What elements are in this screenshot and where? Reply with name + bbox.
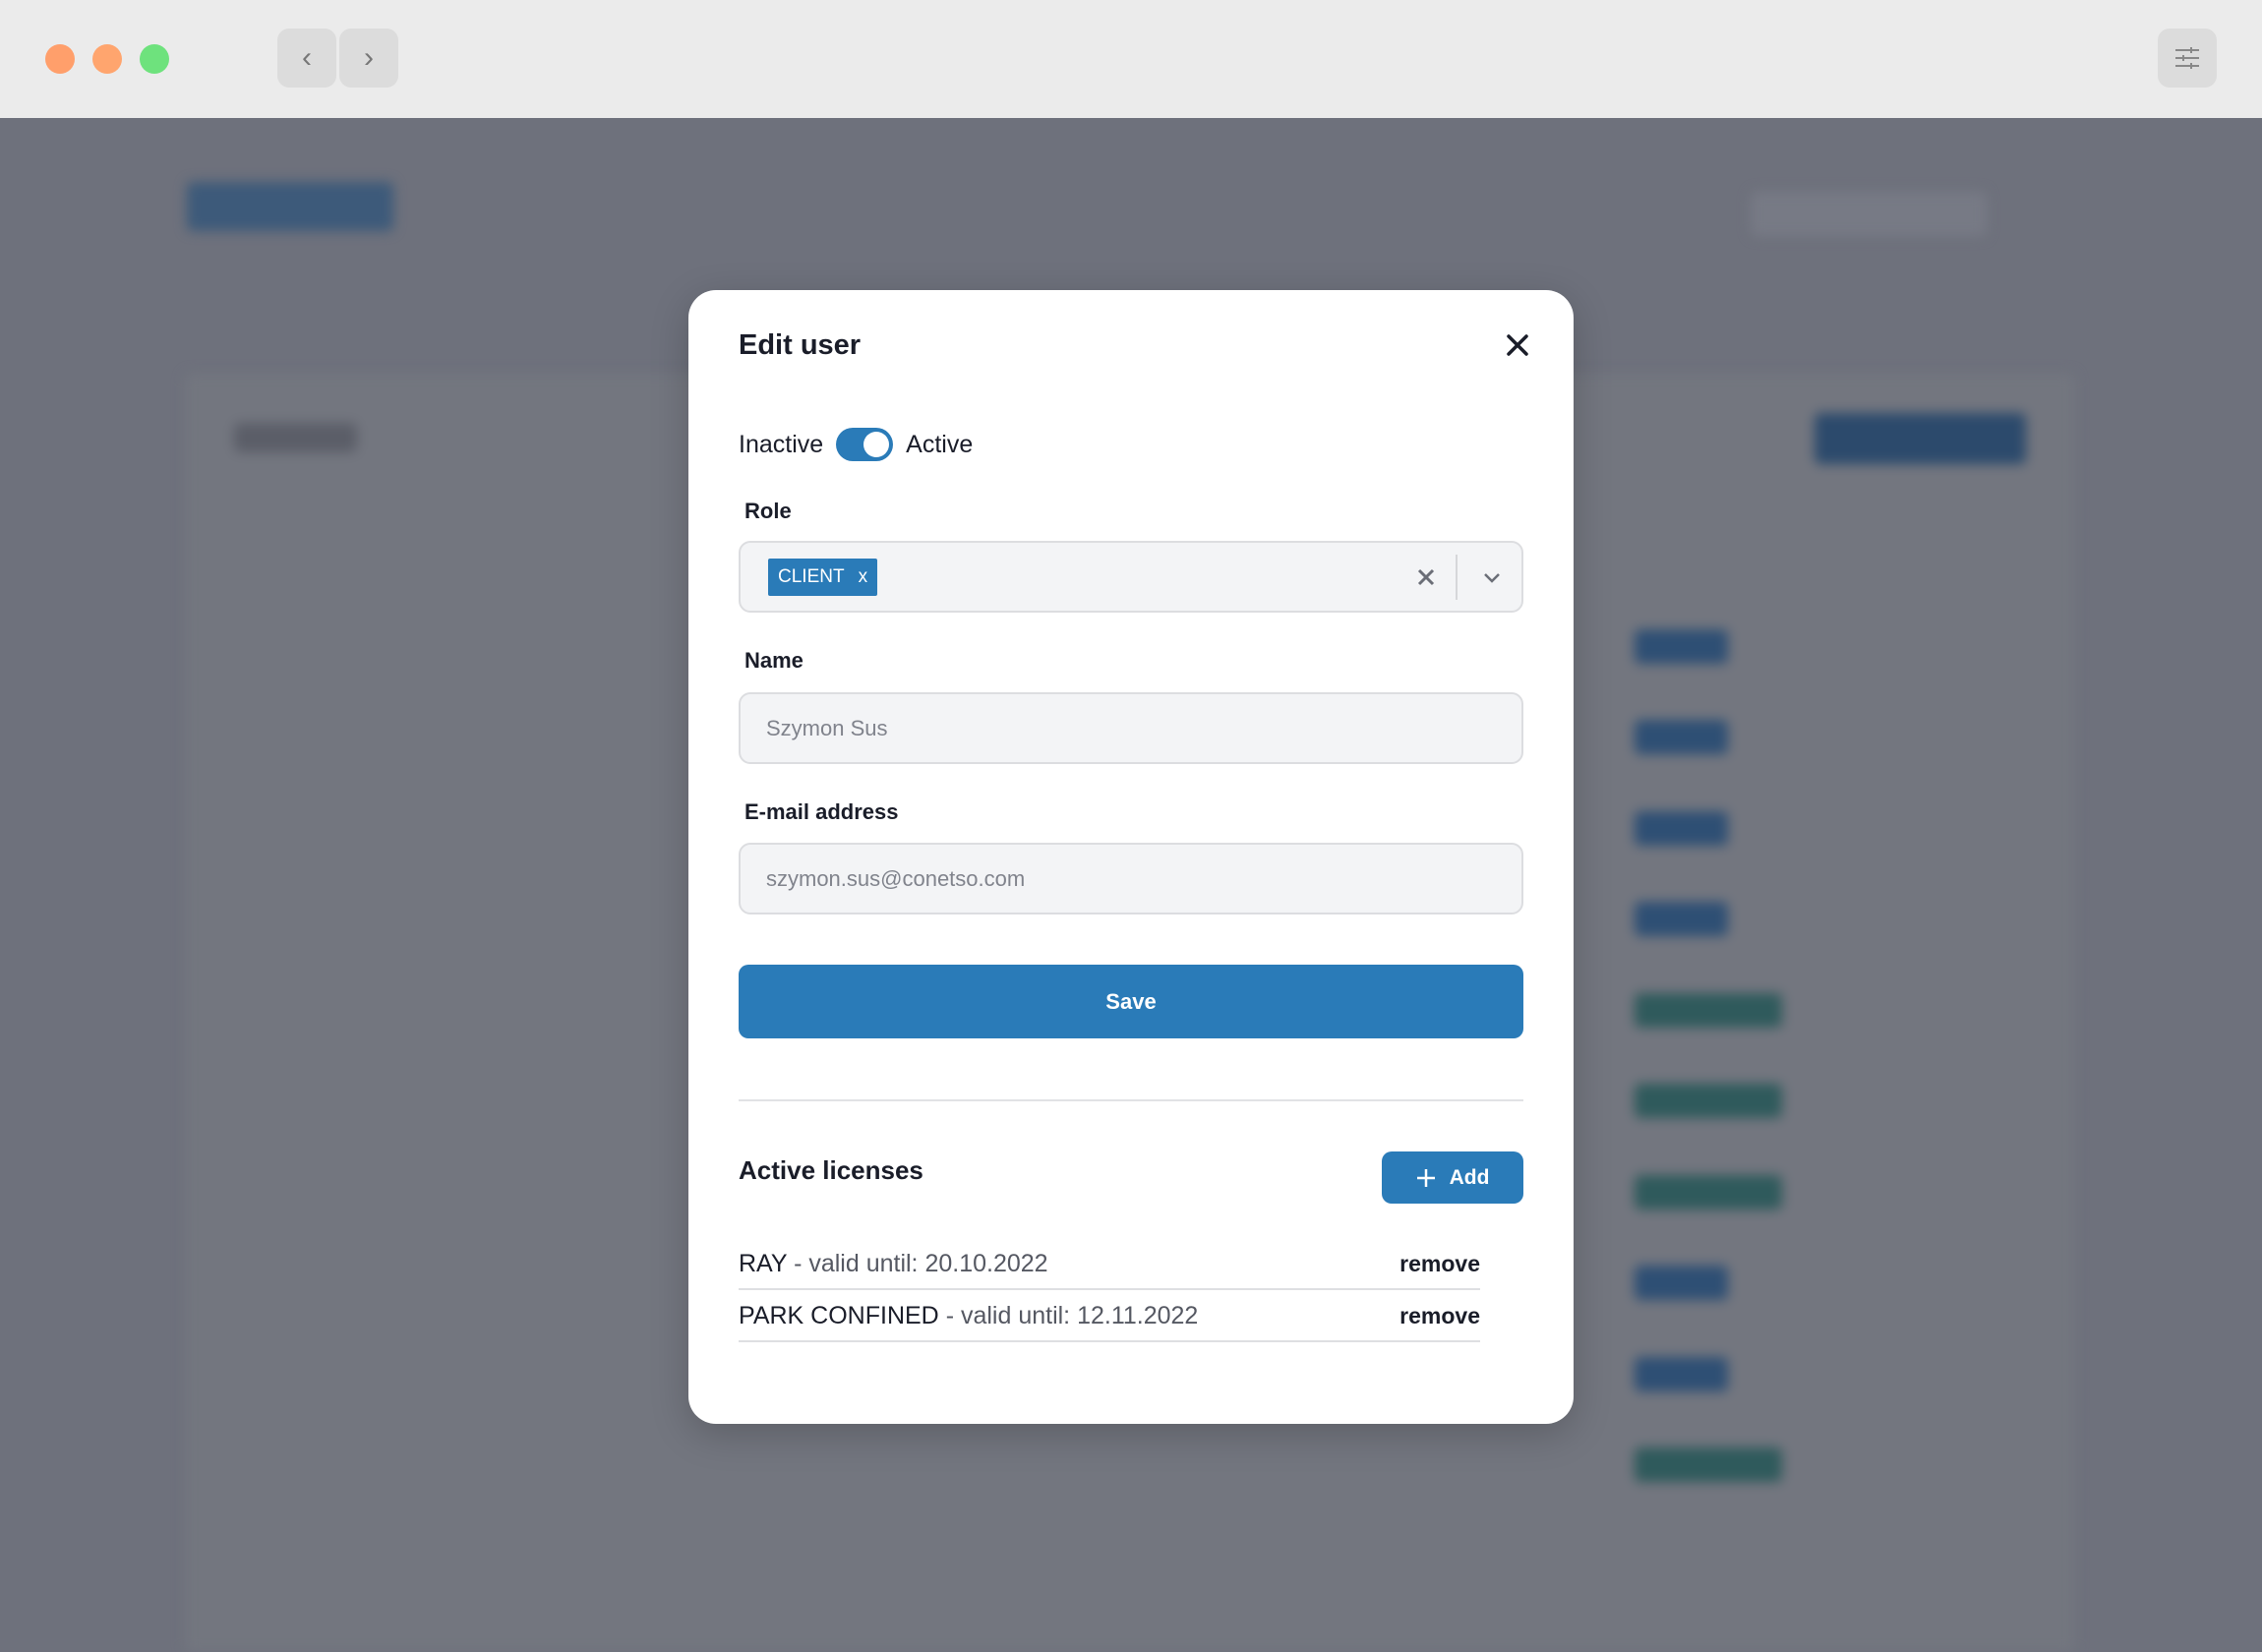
sliders-icon (2175, 47, 2199, 69)
inactive-label: Inactive (739, 430, 824, 458)
name-input[interactable]: Szymon Sus (739, 692, 1523, 764)
maximize-window-button[interactable] (140, 44, 169, 74)
modal-title: Edit user (739, 329, 862, 361)
browser-toolbar: ‹ › (0, 0, 2262, 118)
email-label: E-mail address (744, 799, 899, 824)
name-label: Name (744, 648, 804, 673)
badge (1635, 811, 1728, 846)
badge (1635, 1357, 1728, 1391)
minimize-window-button[interactable] (92, 44, 122, 74)
save-button[interactable]: Save (739, 965, 1523, 1038)
chevron-left-icon: ‹ (302, 41, 312, 74)
add-label: Add (1449, 1165, 1490, 1189)
email-input[interactable]: szymon.sus@conetso.com (739, 843, 1523, 914)
chevron-right-icon: › (364, 41, 374, 74)
badge (1635, 1447, 1782, 1482)
card-title (234, 423, 357, 452)
close-window-button[interactable] (45, 44, 75, 74)
back-button[interactable]: ‹ (277, 29, 336, 88)
forward-button[interactable]: › (339, 29, 398, 88)
license-row: PARK CONFINED - valid until: 12.11.2022 … (739, 1291, 1480, 1342)
badge (1635, 902, 1728, 936)
name-value: Szymon Sus (766, 716, 888, 740)
active-toggle[interactable] (836, 428, 894, 461)
plus-icon (1416, 1168, 1435, 1187)
clear-icon[interactable] (1417, 568, 1435, 586)
role-select[interactable]: CLIENT x (739, 541, 1523, 613)
create-user-button (1815, 413, 2026, 464)
active-licenses-heading: Active licenses (739, 1155, 923, 1185)
role-label: Role (744, 499, 792, 523)
license-validity: - valid until: 12.11.2022 (945, 1301, 1199, 1329)
edit-user-modal: Edit user Inactive Active Role CLIENT x … (688, 290, 1574, 1424)
remove-license-link[interactable]: remove (1399, 1251, 1480, 1277)
close-icon[interactable] (1500, 327, 1535, 363)
add-license-button[interactable]: Add (1382, 1151, 1523, 1204)
badge (1635, 1084, 1782, 1118)
remove-license-link[interactable]: remove (1399, 1303, 1480, 1329)
divider (739, 1099, 1523, 1101)
license-name: RAY (739, 1249, 788, 1277)
badge (1635, 1266, 1728, 1300)
badge (1635, 993, 1782, 1028)
chevron-down-icon[interactable] (1482, 571, 1502, 585)
license-row: RAY - valid until: 20.10.2022 remove (739, 1239, 1480, 1290)
license-validity: - valid until: 20.10.2022 (794, 1249, 1048, 1277)
chip-remove-icon[interactable]: x (859, 566, 868, 588)
license-name: PARK CONFINED (739, 1301, 939, 1329)
badge (1635, 1175, 1782, 1210)
active-label: Active (906, 430, 974, 458)
logo (187, 182, 393, 231)
email-value: szymon.sus@conetso.com (766, 866, 1026, 891)
badge (1635, 629, 1728, 664)
role-chip: CLIENT x (768, 559, 878, 596)
settings-button[interactable] (2158, 29, 2217, 88)
badge (1635, 720, 1728, 754)
role-chip-label: CLIENT (778, 566, 845, 587)
user-menu (1751, 192, 1987, 236)
select-divider (1456, 555, 1458, 600)
status-toggle-row: Inactive Active (739, 428, 973, 461)
